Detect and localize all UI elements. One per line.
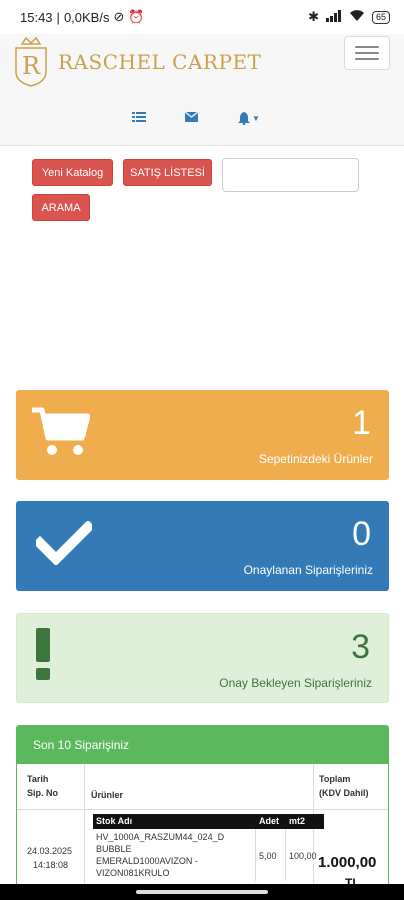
battery-icon: 65 — [371, 10, 390, 24]
bell-icon — [238, 112, 250, 125]
cart-panel[interactable]: 1 Sepetinizdeki Ürünler — [16, 390, 389, 480]
recent-orders-title: Son 10 Siparişiniz — [17, 726, 388, 764]
stock-line: VIZON081KRULO — [96, 868, 170, 878]
items-col-m2: mt2 — [289, 816, 306, 826]
items-col-stock: Stok Adı — [96, 816, 133, 826]
nav-icon-row: ▼ — [0, 112, 404, 132]
bluetooth-icon: ✱ — [308, 9, 319, 24]
col-date: Tarih — [27, 774, 49, 784]
cart-label: Sepetinizdeki Ürünler — [258, 452, 373, 466]
order-items-table: Stok Adı Adet mt2 HV_1000A_RASZUM44_024_… — [93, 814, 324, 881]
stock-line: EMERALD1000AVIZON - — [96, 856, 198, 866]
item-qty: 5,00 — [256, 829, 286, 881]
stock-line: BUBBLE — [96, 844, 132, 854]
status-bar: 15:43 | 0,0KB/s ⊘ ⏰ ✱ 65 — [0, 0, 404, 34]
item-row: HV_1000A_RASZUM44_024_D BUBBLE EMERALD10… — [93, 829, 324, 881]
notifications-dropdown[interactable]: ▼ — [238, 112, 260, 125]
recent-orders-panel: Son 10 Siparişiniz Tarih Sip. No Ürünler… — [16, 725, 389, 900]
logo-letter: R — [22, 52, 41, 80]
check-icon — [36, 521, 92, 565]
cart-icon — [32, 407, 90, 455]
status-time: 15:43 — [20, 9, 53, 25]
new-catalog-button[interactable]: Yeni Katalog — [32, 159, 113, 186]
order-total: 1.000,00 — [318, 854, 377, 871]
col-order-no: Sip. No — [27, 788, 58, 798]
chevron-down-icon: ▼ — [252, 114, 260, 123]
col-products: Ürünler — [91, 790, 124, 800]
pending-orders-panel[interactable]: 3 Onay Bekleyen Siparişleriniz — [16, 613, 389, 703]
col-total: Toplam — [319, 774, 351, 784]
network-speed: 0,0KB/s — [63, 9, 110, 25]
order-date: 24.03.2025 — [27, 846, 73, 856]
exclamation-icon — [36, 628, 50, 680]
items-col-qty: Adet — [259, 816, 279, 826]
status-left: 15:43 | 0,0KB/s ⊘ ⏰ — [20, 9, 145, 25]
search-input[interactable] — [222, 158, 359, 192]
pending-label: Onay Bekleyen Siparişleriniz — [219, 676, 372, 690]
order-time: 14:18:08 — [33, 860, 69, 870]
col-total-vat: (KDV Dahil) — [319, 788, 369, 798]
table-header-row: Tarih Sip. No Ürünler Toplam (KDV Dahil)… — [17, 764, 388, 810]
envelope-icon[interactable] — [185, 112, 198, 122]
search-button[interactable]: ARAMA — [32, 194, 90, 221]
menu-bar — [355, 58, 379, 60]
top-navbar: R RASCHEL CARPET ▼ — [0, 34, 404, 146]
items-header: Stok Adı Adet mt2 — [93, 814, 324, 829]
mute-icon: ⊘ — [113, 9, 125, 24]
home-indicator[interactable] — [136, 890, 268, 894]
approved-label: Onaylanan Siparişleriniz — [243, 563, 373, 577]
cart-count: 1 — [352, 404, 371, 442]
brand-logo[interactable]: R RASCHEL CARPET — [12, 36, 261, 88]
sales-list-button[interactable]: SATIŞ LİSTESİ — [123, 159, 212, 186]
menu-toggle-button[interactable] — [344, 36, 390, 70]
wifi-icon — [349, 9, 365, 25]
menu-bar — [355, 46, 379, 48]
stock-line: HV_1000A_RASZUM44_024_D — [96, 832, 225, 842]
menu-bar — [355, 52, 379, 54]
status-sep: | — [56, 9, 60, 25]
approved-orders-panel[interactable]: 0 Onaylanan Siparişleriniz — [16, 501, 389, 591]
status-right: ✱ 65 — [308, 9, 390, 25]
approved-count: 0 — [352, 515, 371, 553]
alarm-icon: ⏰ — [128, 9, 145, 24]
list-icon[interactable] — [132, 112, 146, 122]
item-stock-name: HV_1000A_RASZUM44_024_D BUBBLE EMERALD10… — [93, 829, 256, 881]
pending-count: 3 — [351, 628, 370, 666]
signal-icon — [325, 9, 342, 25]
logo-crest-icon: R — [15, 36, 47, 87]
brand-name: RASCHEL CARPET — [58, 50, 262, 74]
